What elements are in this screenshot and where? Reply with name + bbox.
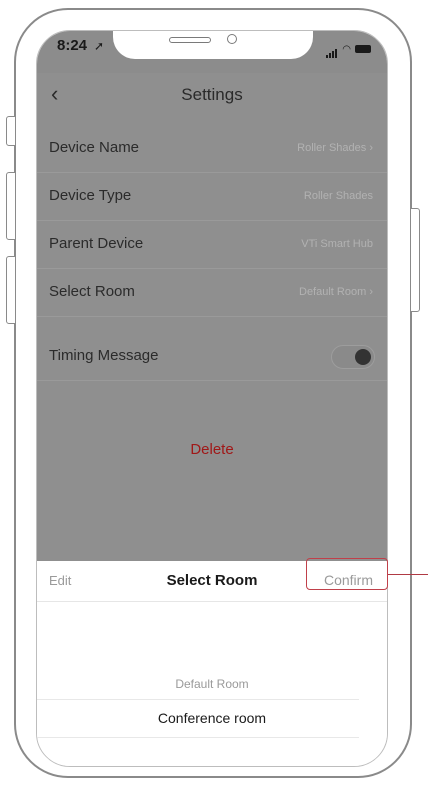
navigation-bar: ‹ Settings (37, 73, 387, 119)
chevron-right-icon: › (369, 286, 373, 298)
toggle-knob (355, 349, 371, 365)
row-label: Timing Message (49, 347, 159, 364)
silent-switch (6, 116, 16, 146)
notch (113, 31, 313, 59)
signal-icon (326, 40, 338, 58)
settings-row-device-type: Device Type Roller Shades (37, 173, 387, 221)
row-value: Roller Shades (303, 190, 373, 202)
camera-icon (227, 34, 237, 44)
volume-down-button (6, 256, 16, 324)
row-value: VTi Smart Hub (301, 238, 373, 250)
battery-icon (355, 45, 371, 53)
selection-divider-top (37, 699, 359, 700)
settings-row-timing-message: Timing Message (37, 333, 387, 381)
row-label: Parent Device (49, 235, 144, 252)
speaker-icon (169, 37, 211, 43)
callout-line (388, 574, 428, 575)
status-icons: ◠ (326, 40, 371, 58)
settings-row-parent-device: Parent Device VTi Smart Hub (37, 221, 387, 269)
delete-button[interactable]: Delete (37, 441, 387, 458)
wifi-icon: ◠ (342, 43, 351, 55)
row-value: Default Room › (299, 286, 373, 298)
confirm-highlight-box (306, 558, 388, 590)
volume-up-button (6, 172, 16, 240)
status-time: 8:24 (57, 37, 88, 54)
page-title: Settings (181, 85, 243, 104)
timing-toggle[interactable] (331, 345, 375, 369)
power-button (410, 208, 420, 312)
row-label: Device Type (49, 187, 132, 204)
row-label: Select Room (49, 283, 135, 300)
selection-divider-bottom (37, 737, 359, 738)
phone-screen: 8:24 ➚ ◠ ‹ Settings Device Name Roller S… (36, 30, 388, 767)
chevron-right-icon: › (369, 142, 373, 154)
settings-row-select-room[interactable]: Select Room Default Room › (37, 269, 387, 317)
settings-page-dimmed: ‹ Settings Device Name Roller Shades › D… (37, 73, 387, 561)
picker-option[interactable]: Default Room (37, 677, 387, 691)
picker-option-selected[interactable]: Conference room (37, 710, 387, 726)
location-arrow-icon: ➚ (94, 39, 105, 53)
select-room-sheet: Edit Select Room Confirm Default Room Co… (37, 561, 387, 766)
settings-row-device-name[interactable]: Device Name Roller Shades › (37, 125, 387, 173)
row-value: Roller Shades › (297, 142, 373, 154)
row-label: Device Name (49, 139, 140, 156)
